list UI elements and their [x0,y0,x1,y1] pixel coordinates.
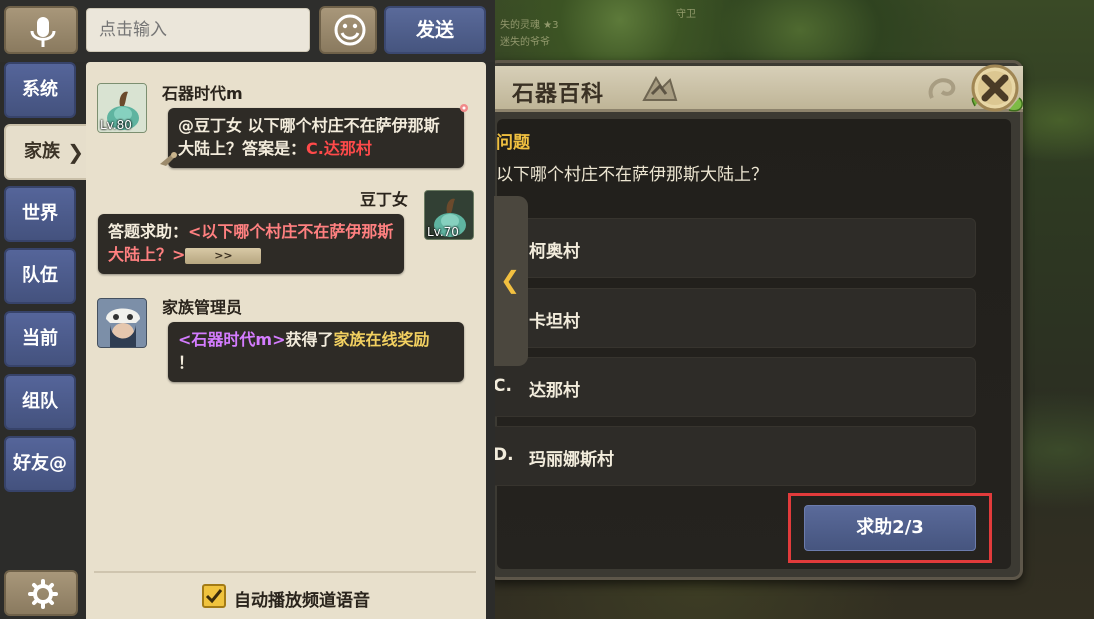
tab-family[interactable]: 家族 ❯ [4,124,88,180]
microphone-icon [30,17,56,47]
avatar[interactable]: Lv.70 [424,190,474,240]
tab-nearby[interactable]: 当前 [4,311,76,367]
tab-family-label: 家族 [24,141,60,162]
option-name: 卡坦村 [529,312,580,332]
highlight-box [788,493,992,563]
settings-button[interactable] [4,570,78,616]
auto-voice-checkbox[interactable] [202,584,226,608]
option-letter: C. [493,376,512,396]
question-text: 以下哪个村庄不在萨伊那斯大陆上？ [496,165,768,185]
voice-button[interactable] [4,6,78,54]
message-sender: 家族管理员 [162,298,243,317]
divider [94,571,476,573]
message-bubble: 答题求助：<以下哪个村庄不在萨伊那斯大陆上？> >> [98,214,404,274]
chevron-left-icon: ❮ [500,266,521,294]
avatar[interactable]: Lv.80 [97,83,147,133]
chat-input-bar: 发送 [0,0,495,62]
message-text: 答题求助： [108,222,189,241]
swirl-ornament-icon [928,78,956,99]
close-icon[interactable] [965,62,1027,120]
message-sender: 石器时代m [162,84,243,103]
message-sender: 豆丁女 [360,190,409,209]
gear-icon [28,579,58,609]
chat-input[interactable] [86,8,310,52]
option-c[interactable]: C. 达那村 [490,357,976,417]
flower-icon [460,104,468,112]
option-d[interactable]: D. 玛丽娜斯村 [490,426,976,486]
send-button[interactable]: 发送 [384,6,486,54]
tab-world[interactable]: 世界 [4,186,76,242]
stone-ornament-icon [642,75,678,101]
message-text: 获得了 [285,330,334,349]
bubble-decor-icon [160,152,177,166]
wiki-title: 石器百科 [512,82,605,107]
chat-panel: 发送 系统 家族 ❯ 世界 队伍 当前 组队 好友@ Lv.80 [0,0,495,619]
level-label: Lv.70 [427,225,459,239]
option-a[interactable]: A. 柯奥村 [490,218,976,278]
option-name: 达那村 [529,381,580,401]
collapse-chat-tab[interactable]: ❮ [494,196,528,366]
player-name-link[interactable]: <石器时代m> [178,330,286,349]
message-bubble: <石器时代m>获得了家族在线奖励 ！ [168,322,464,382]
emoji-button[interactable] [319,6,377,54]
option-b[interactable]: B. 卡坦村 [490,288,976,348]
quest-tracker-line-2: 迷失的爷爷 [500,37,550,48]
chevron-right-icon: ❯ [67,140,84,164]
tab-team[interactable]: 队伍 [4,248,76,304]
question-label: 问题 [496,133,530,153]
option-name: 柯奥村 [529,242,580,262]
level-label: Lv.80 [100,118,132,132]
tab-party-finder[interactable]: 组队 [4,374,76,430]
avatar[interactable] [97,298,147,348]
smiley-icon [334,14,366,46]
quest-tracker-line-1: 失的灵魂 ★3 [500,20,559,31]
message-text-end: ！ [178,353,195,372]
reward-name: 家族在线奖励 [333,330,430,349]
admin-avatar-icon [98,299,146,347]
wiki-titlebar: 石器百科 [494,66,1023,112]
open-question-button[interactable]: >> [185,247,262,264]
checkmark-icon [205,589,223,604]
option-name: 玛丽娜斯村 [529,450,614,470]
answer-highlight: C.达那村 [306,139,372,158]
message-bubble: @豆丁女 以下哪个村庄不在萨伊那斯大陆上？答案是：C.达那村 [168,108,464,168]
tab-friends[interactable]: 好友@ [4,436,76,492]
npc-name-label: 守卫 [676,9,696,20]
auto-voice-label: 自动播放频道语音 [234,591,370,611]
tab-system[interactable]: 系统 [4,62,76,118]
option-letter: D. [493,445,514,465]
